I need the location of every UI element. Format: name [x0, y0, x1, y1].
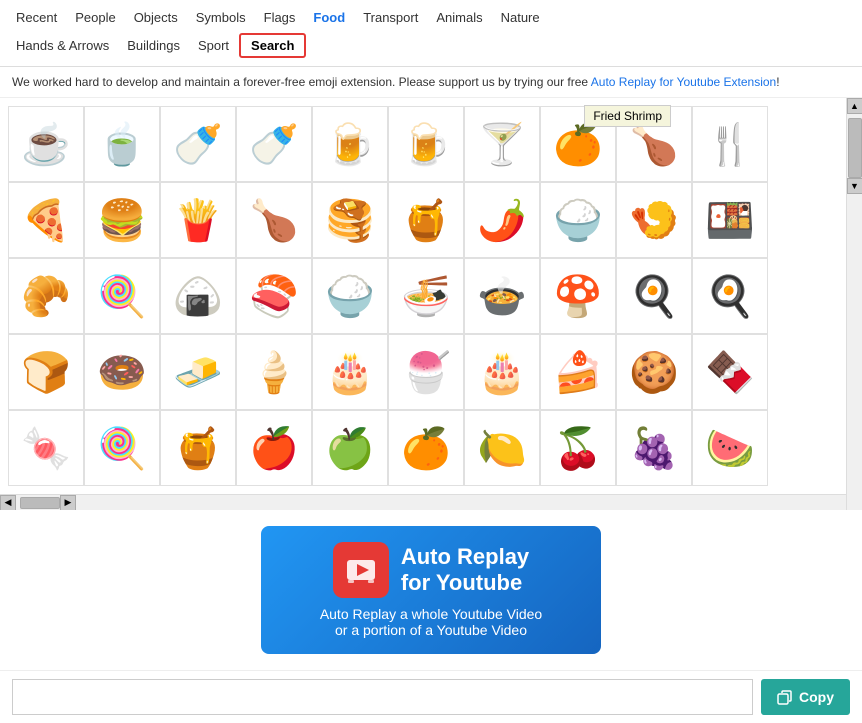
emoji-cell[interactable]: 🍵	[84, 106, 160, 182]
emoji-cell[interactable]: 🍴	[692, 106, 768, 182]
emoji-cell[interactable]: 🍲	[464, 258, 540, 334]
emoji-cell[interactable]: 🍎	[236, 410, 312, 486]
copy-label: Copy	[799, 689, 834, 705]
bottom-section: Copy	[0, 670, 862, 723]
emoji-cell[interactable]: 🍪	[616, 334, 692, 410]
emoji-cell[interactable]: 🍭	[84, 258, 160, 334]
emoji-cell[interactable]: 🍩	[84, 334, 160, 410]
promo-bar: We worked hard to develop and maintain a…	[0, 67, 862, 98]
vertical-scrollbar: ▲ ▼	[846, 98, 862, 510]
emoji-cell[interactable]: 🍜	[388, 258, 464, 334]
nav-food[interactable]: Food	[305, 6, 353, 29]
emoji-cell[interactable]: 🍏	[312, 410, 388, 486]
emoji-text-input[interactable]	[12, 679, 753, 715]
emoji-cell[interactable]: 🍔	[84, 182, 160, 258]
copy-icon	[777, 689, 793, 705]
emoji-cell[interactable]: 🍺	[312, 106, 388, 182]
emoji-cell[interactable]: 🍚	[540, 182, 616, 258]
emoji-cell[interactable]: 🍦	[236, 334, 312, 410]
promo-section: Auto Replay for Youtube Auto Replay a wh…	[0, 510, 862, 670]
promo-subtitle: Auto Replay a whole Youtube Video or a p…	[320, 606, 542, 638]
nav-transport[interactable]: Transport	[355, 6, 426, 29]
promo-title-block: Auto Replay for Youtube	[401, 544, 529, 597]
emoji-cell[interactable]: 🍼	[236, 106, 312, 182]
scroll-left-button[interactable]: ◀	[0, 495, 16, 511]
emoji-grid-container: ☕ 🍵 🍼 🍼 🍺 🍺 🍸 🍊 🍗 Fried Shrimp 🍴 🍕 🍔 🍟 🍗…	[0, 98, 846, 510]
emoji-cell[interactable]: 🍕	[8, 182, 84, 258]
nav-buildings[interactable]: Buildings	[119, 34, 188, 57]
emoji-cell[interactable]: 🍰	[540, 334, 616, 410]
emoji-cell[interactable]: 🍟	[160, 182, 236, 258]
emoji-grid: ☕ 🍵 🍼 🍼 🍺 🍺 🍸 🍊 🍗 Fried Shrimp 🍴 🍕 🍔 🍟 🍗…	[0, 98, 846, 494]
promo-banner-top: Auto Replay for Youtube	[333, 542, 529, 598]
emoji-cell[interactable]: 🍞	[8, 334, 84, 410]
scroll-down-button[interactable]: ▼	[847, 178, 862, 194]
emoji-cell[interactable]: 🌶️	[464, 182, 540, 258]
emoji-cell[interactable]: 🧈	[160, 334, 236, 410]
emoji-cell[interactable]: 🍯	[388, 182, 464, 258]
emoji-cell[interactable]: 🍗	[236, 182, 312, 258]
emoji-cell[interactable]: 🥐	[8, 258, 84, 334]
emoji-cell[interactable]: 🍉	[692, 410, 768, 486]
promo-text: We worked hard to develop and maintain a…	[12, 75, 591, 89]
emoji-section: ☕ 🍵 🍼 🍼 🍺 🍺 🍸 🍊 🍗 Fried Shrimp 🍴 🍕 🍔 🍟 🍗…	[0, 98, 862, 510]
copy-button[interactable]: Copy	[761, 679, 850, 715]
emoji-cell[interactable]: 🍇	[616, 410, 692, 486]
emoji-cell[interactable]: 🍤	[616, 182, 692, 258]
emoji-cell[interactable]: 🍄	[540, 258, 616, 334]
emoji-cell[interactable]: 🍋	[464, 410, 540, 486]
promo-icon	[333, 542, 389, 598]
scroll-up-button[interactable]: ▲	[847, 98, 862, 114]
nav-people[interactable]: People	[67, 6, 123, 29]
emoji-cell[interactable]: 🍚	[312, 258, 388, 334]
nav-row-2: Hands & Arrows Buildings Sport Search	[8, 33, 854, 58]
h-scroll-thumb[interactable]	[20, 497, 60, 509]
emoji-cell[interactable]: 🍳	[692, 258, 768, 334]
emoji-cell[interactable]: 🥞	[312, 182, 388, 258]
nav-bar: Recent People Objects Symbols Flags Food…	[0, 0, 862, 67]
emoji-cell[interactable]: 🍫	[692, 334, 768, 410]
emoji-cell[interactable]: 🎂	[464, 334, 540, 410]
emoji-cell[interactable]: 🍬	[8, 410, 84, 486]
emoji-cell[interactable]: 🍧	[388, 334, 464, 410]
emoji-cell[interactable]: 🎂	[312, 334, 388, 410]
emoji-cell[interactable]: 🍳	[616, 258, 692, 334]
emoji-cell[interactable]: 🍣	[236, 258, 312, 334]
nav-flags[interactable]: Flags	[256, 6, 304, 29]
nav-symbols[interactable]: Symbols	[188, 6, 254, 29]
nav-hands[interactable]: Hands & Arrows	[8, 34, 117, 57]
promo-banner: Auto Replay for Youtube Auto Replay a wh…	[261, 526, 601, 654]
nav-row-1: Recent People Objects Symbols Flags Food…	[8, 6, 854, 29]
emoji-cell[interactable]: 🍸	[464, 106, 540, 182]
emoji-cell[interactable]: 🍊	[540, 106, 616, 182]
nav-search[interactable]: Search	[239, 33, 306, 58]
nav-animals[interactable]: Animals	[428, 6, 490, 29]
emoji-cell[interactable]: 🍺	[388, 106, 464, 182]
emoji-cell[interactable]: 🍙	[160, 258, 236, 334]
v-scroll-thumb[interactable]	[848, 118, 862, 178]
emoji-cell[interactable]: 🍱	[692, 182, 768, 258]
emoji-cell[interactable]: 🍗 Fried Shrimp	[616, 106, 692, 182]
nav-objects[interactable]: Objects	[126, 6, 186, 29]
promo-title-line2: for Youtube	[401, 570, 529, 596]
emoji-cell[interactable]: 🍼	[160, 106, 236, 182]
emoji-cell[interactable]: 🍊	[388, 410, 464, 486]
horizontal-scrollbar: ◀ ▶	[0, 494, 846, 510]
emoji-cell[interactable]: 🍒	[540, 410, 616, 486]
nav-sport[interactable]: Sport	[190, 34, 237, 57]
nav-recent[interactable]: Recent	[8, 6, 65, 29]
promo-link[interactable]: Auto Replay for Youtube Extension	[591, 75, 776, 89]
nav-nature[interactable]: Nature	[493, 6, 548, 29]
emoji-cell[interactable]: 🍭	[84, 410, 160, 486]
emoji-cell[interactable]: ☕	[8, 106, 84, 182]
promo-title-line1: Auto Replay	[401, 544, 529, 570]
emoji-cell[interactable]: 🍯	[160, 410, 236, 486]
promo-end: !	[776, 75, 779, 89]
scroll-right-button[interactable]: ▶	[60, 495, 76, 511]
